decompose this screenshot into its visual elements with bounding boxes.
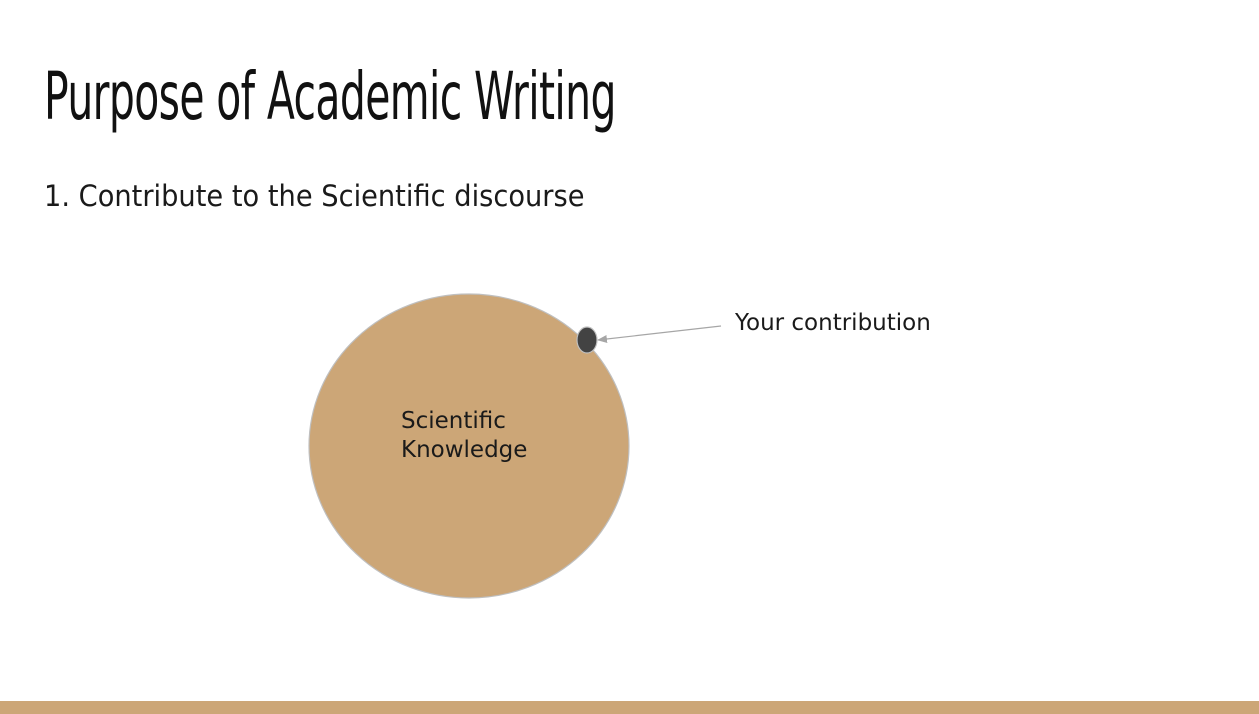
bottom-accent-bar [0, 701, 1259, 714]
slide: Purpose of Academic Writing 1. Contribut… [0, 0, 1259, 714]
circle-label-line2: Knowledge [401, 437, 527, 463]
contribution-arrow [597, 325, 722, 343]
contribution-label: Your contribution [734, 310, 931, 336]
knowledge-diagram: Scientific Knowledge Your contribution [308, 293, 931, 599]
circle-label-line1: Scientific [401, 408, 506, 434]
contribution-dot [576, 326, 598, 354]
